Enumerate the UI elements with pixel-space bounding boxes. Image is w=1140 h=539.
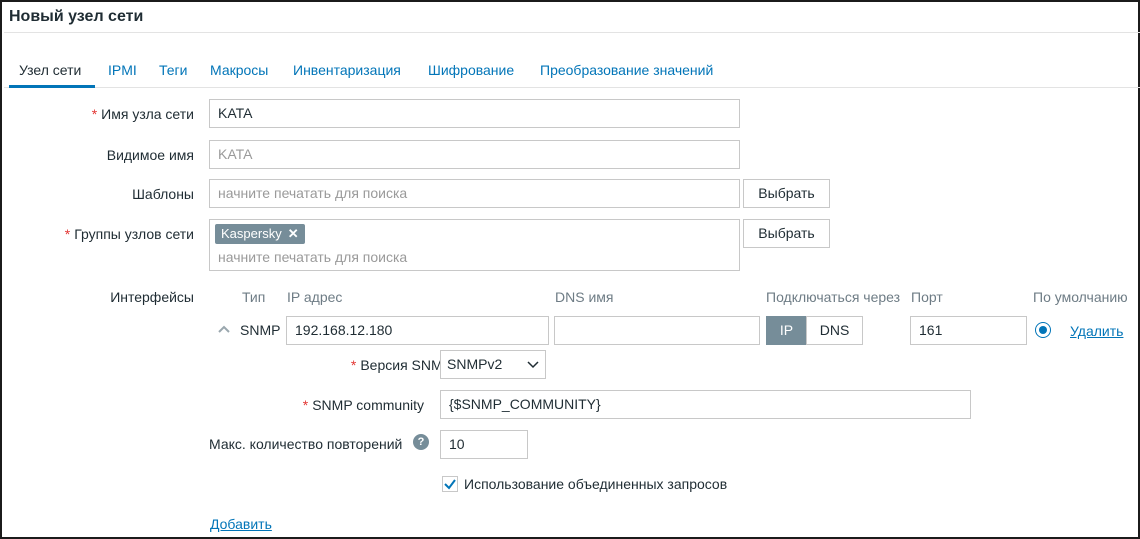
templates-select-button[interactable]: Выбрать [743,179,830,208]
bulk-requests-checkbox[interactable] [442,476,458,492]
interface-port-input[interactable]: 161 [910,316,1027,345]
tab-inventory[interactable]: Инвентаризация [293,62,401,78]
col-ip: IP адрес [287,289,343,305]
visible-name-label: Видимое имя [106,147,194,163]
connect-dns-toggle[interactable]: DNS [806,316,863,345]
groups-search-input[interactable]: начните печатать для поиска [218,249,407,265]
col-default: По умолчанию [1033,289,1128,305]
snmp-version-label: * Версия SNMP [350,357,452,373]
required-mark: * [302,397,309,413]
tabs-divider [4,87,1140,88]
groups-select-button[interactable]: Выбрать [743,219,830,248]
col-connect: Подключаться через [766,289,901,305]
group-chip: Kaspersky ✕ [215,224,305,244]
visible-name-input[interactable]: KATA [209,140,740,169]
col-dns: DNS имя [555,289,614,305]
interface-ip-input[interactable]: 192.168.12.180 [286,316,549,345]
chevron-down-icon [527,361,539,369]
tab-tags[interactable]: Теги [159,62,187,78]
title-divider [4,32,1140,33]
tab-ipmi[interactable]: IPMI [108,62,137,78]
bulk-requests-label: Использование объединенных запросов [464,476,728,492]
interfaces-label: Интерфейсы [110,289,194,305]
templates-input[interactable]: начните печатать для поиска [209,179,740,208]
col-type: Тип [242,289,266,305]
tab-macros[interactable]: Макросы [210,62,268,78]
radio-selected-dot [1039,326,1047,334]
check-icon [444,479,456,490]
hostname-input[interactable]: KATA [209,99,740,128]
form-window: Новый узел сети Узел сети IPMI Теги Макр… [0,0,1140,539]
tab-host[interactable]: Узел сети [19,62,81,78]
add-interface-link[interactable]: Добавить [210,516,272,532]
max-repetitions-input[interactable]: 10 [440,430,528,459]
default-radio[interactable] [1035,322,1051,338]
tab-value-mapping[interactable]: Преобразование значений [540,62,713,78]
templates-label: Шаблоны [132,186,194,202]
active-tab-indicator [9,85,95,88]
interface-dns-input[interactable] [554,316,760,345]
groups-label: * Группы узлов сети [64,226,194,242]
chip-remove-icon[interactable]: ✕ [288,226,299,241]
snmp-community-input[interactable]: {$SNMP_COMMUNITY} [440,390,971,419]
help-icon[interactable]: ? [413,434,429,450]
required-mark: * [64,226,71,242]
interface-type: SNMP [240,322,281,338]
page-title: Новый узел сети [9,8,144,25]
remove-interface-link[interactable]: Удалить [1070,323,1123,339]
connect-ip-toggle[interactable]: IP [766,316,807,345]
snmp-version-select[interactable]: SNMPv2 [440,350,546,379]
col-port: Порт [911,289,943,305]
hostname-label: * Имя узла сети [91,106,194,122]
max-repetitions-label: Макс. количество повторений [209,436,403,452]
collapse-chevron-icon[interactable] [217,322,231,336]
groups-multiselect[interactable]: Kaspersky ✕ начните печатать для поиска [209,219,740,271]
required-mark: * [350,357,357,373]
tab-encryption[interactable]: Шифрование [428,62,514,78]
required-mark: * [91,106,98,122]
snmp-community-label: * SNMP community [302,397,424,413]
